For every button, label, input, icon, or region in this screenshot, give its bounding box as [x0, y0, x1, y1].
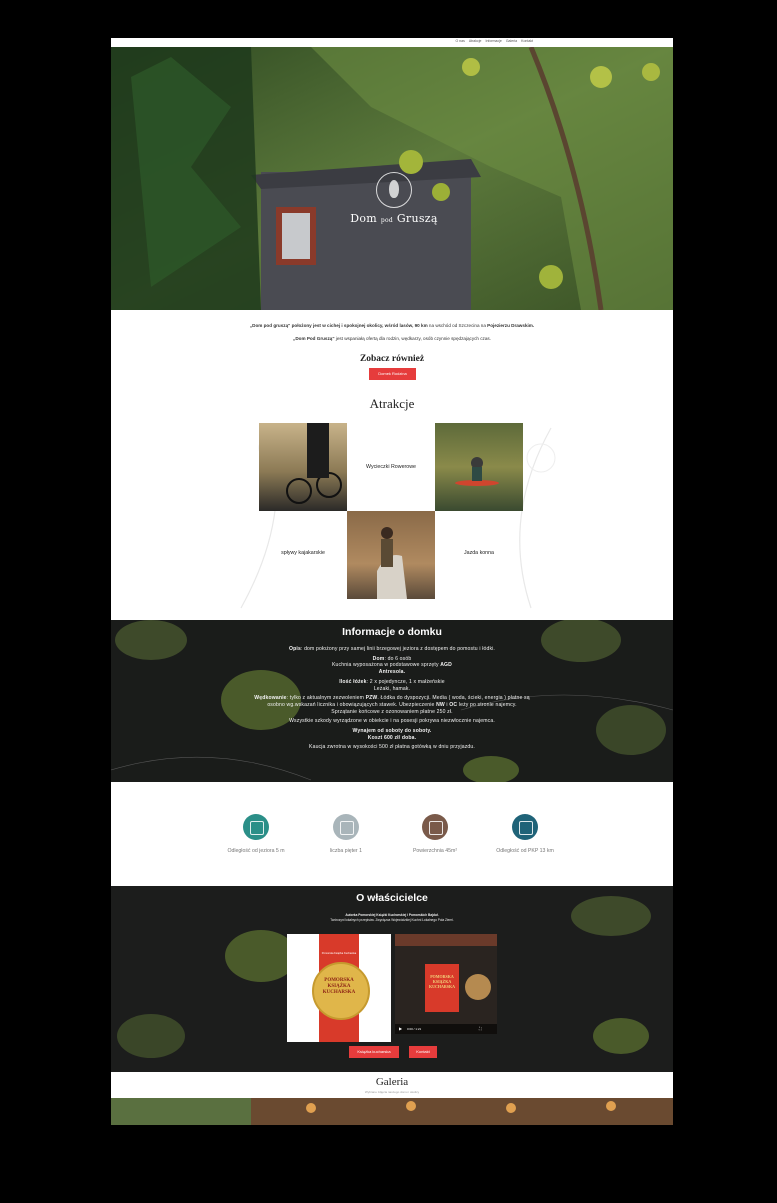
owner-title: O właścicielce: [356, 892, 428, 904]
rent-price: Koszt 600 zł/ doba.: [367, 734, 417, 741]
fishing-pzw: PZW: [365, 695, 378, 702]
fishing-text-g: leży po stronie najemcy.: [457, 701, 517, 708]
nav-link-atrakcje[interactable]: Atrakcje: [469, 39, 482, 43]
video-frame-top: [395, 934, 497, 946]
stat-label: Odległość od PKP 13 km: [496, 848, 554, 854]
cycling-photo[interactable]: [259, 423, 347, 511]
fullscreen-icon[interactable]: ⛶: [479, 1026, 482, 1031]
brand-word-1: Dom: [350, 212, 378, 225]
contact-button[interactable]: Kontakt: [409, 1046, 437, 1058]
gallery-strip[interactable]: [111, 1098, 673, 1125]
deposit-text: Kaucja zwrotna w wysokości 500 zł płatna…: [309, 744, 475, 751]
intro-line-1-a: „Dom pod gruszą" położony jest w cichej …: [249, 323, 415, 328]
top-nav: O nas Atrakcje Informacje Galeria Kontak…: [111, 38, 673, 47]
intro-line-1-c: na wschód od Szczecina na: [427, 323, 488, 328]
owner-subtitle-1: Autorka Pomorskiej Książki Kucharskiej i…: [345, 913, 439, 917]
cookbook-cover[interactable]: Pomorska Książka Kucharska POMORSKA KSIĄŻ…: [287, 934, 391, 1042]
play-icon[interactable]: ▶: [399, 1026, 402, 1031]
stat-train-distance: Odległość od PKP 13 km: [480, 814, 570, 854]
stat-label: Powierzchnia 45m²: [412, 848, 458, 854]
cover-title-line-1: POMORSKA: [324, 978, 354, 983]
stat-lake-distance: Odległość od jeziora 5 m: [211, 814, 301, 854]
kitchen-agd: AGD: [440, 662, 452, 669]
stairs-icon: [333, 814, 359, 840]
beds-text: : 2 x pojedyncze, 1 x małżeńskie: [366, 678, 445, 685]
intro-line-1: „Dom pod gruszą" położony jest w cichej …: [111, 323, 673, 328]
kayak-photo[interactable]: [435, 423, 523, 511]
brand-logo[interactable]: Dom pod Gruszą: [349, 172, 439, 225]
info-title: Informacje o domku: [342, 626, 442, 638]
attraction-label-horse: Jazda konna: [463, 550, 495, 556]
kitchen-text: Kuchnia wyposażona w podstawowe sprzęty: [332, 662, 441, 669]
opis-label: Opis: [289, 646, 301, 652]
stat-floors: liczba pięter 1: [301, 814, 391, 854]
attractions-heading: Atrakcje: [369, 396, 415, 411]
hero-image: Dom pod Gruszą: [111, 47, 673, 310]
video-book-title: POMORSKA KSIĄŻKA KUCHARSKA: [425, 974, 459, 989]
info-section: Informacje o domku Opis: dom położony pr…: [111, 620, 673, 782]
fishing-label: Wędkowanie: [254, 695, 287, 702]
fishing-text-a: : tylko z aktualnym zezwoleniem: [286, 695, 366, 702]
cover-title-line-3: KUCHARSKA: [322, 990, 356, 995]
pear-icon: [376, 172, 412, 208]
cover-title: POMORSKA KSIĄŻKA KUCHARSKA: [312, 978, 366, 996]
antresola-text: Antresola.: [378, 669, 406, 676]
gallery-subtitle: Wybrane zdjęcia naszego domu i okolicy: [364, 1090, 420, 1094]
attraction-label-cycling: Wycieczki Rowerowe: [366, 464, 416, 470]
gallery-photos: [111, 1098, 673, 1125]
stat-label: Odległość od jeziora 5 m: [227, 848, 285, 854]
domek-rodzina-button[interactable]: Domek Rodzina: [369, 368, 416, 380]
beds-label: Ilość łóżek: [339, 678, 367, 685]
nav-link-informacje[interactable]: Informacje: [485, 39, 501, 43]
page: O nas Atrakcje Informacje Galeria Kontak…: [111, 38, 673, 1125]
intro-brand: „Dom Pod Gruszą": [293, 336, 335, 341]
bicycle-icon: [286, 423, 342, 504]
cover-title-line-2: KSIĄŻKA: [327, 984, 351, 989]
stat-area: Powierzchnia 45m²: [390, 814, 480, 854]
intro-region: Pojezierzu Drawskim.: [487, 323, 535, 328]
intro-line-2-b: jest wspaniałą ofertą dla rodzin, wędkar…: [334, 336, 491, 341]
cookbook-button[interactable]: Książka kucharska: [349, 1046, 399, 1058]
fishing-nw: NW: [436, 701, 445, 708]
brand-word-2: pod: [380, 217, 394, 224]
intro-line-2: „Dom Pod Gruszą" jest wspaniałą ofertą d…: [111, 336, 673, 341]
floor-area-icon: [422, 814, 448, 840]
stat-label: liczba pięter 1: [329, 848, 362, 854]
video-bowl: [465, 974, 491, 1000]
rent-period: Wynajem od soboty do soboty.: [352, 728, 432, 735]
video-title-line-3: KUCHARSKA: [428, 984, 455, 989]
nav-link-o-nas[interactable]: O nas: [455, 39, 464, 43]
info-body: Opis: dom położony przy samej linii brze…: [251, 646, 533, 754]
opis-text: : dom położony przy samej linii brzegowe…: [300, 646, 495, 652]
waves-icon: [243, 814, 269, 840]
intro-distance: 90 km: [414, 323, 428, 328]
attraction-label-kayak: spływy kajakarskie: [281, 550, 325, 556]
owner-section: O właścicielce Autorka Pomorskiej Książk…: [111, 886, 673, 1072]
horse-riding-photo[interactable]: [347, 511, 435, 599]
cleaning-text: Sprzątanie końcowe z ozonowaniem płatne …: [331, 708, 453, 715]
nav-link-kontakt[interactable]: Kontakt: [521, 39, 533, 43]
video-time: 0:00 / 1:21: [407, 1027, 422, 1031]
dom-label: Dom: [372, 655, 385, 662]
cover-top-text: Pomorska Książka Kucharska: [321, 952, 357, 955]
owner-subtitle-2: Twórczyni lokalnych przepisów. Zwycięzca…: [330, 918, 454, 922]
see-also-heading: Zobacz również: [359, 354, 425, 364]
horse-icon: [377, 527, 407, 599]
damage-text: Wszystkie szkody wyrządzone w obiekcie i…: [289, 718, 495, 725]
nav-link-galeria[interactable]: Galeria: [506, 39, 517, 43]
brand-word-3: Gruszą: [396, 212, 438, 225]
video-player[interactable]: POMORSKA KSIĄŻKA KUCHARSKA ▶ 0:00 / 1:21 ⛶: [395, 934, 497, 1034]
dom-text: : do 6 osób: [384, 655, 412, 662]
beds-extra: Leżaki, hamak.: [373, 685, 411, 692]
gallery-title: Galeria: [375, 1076, 409, 1088]
train-icon: [512, 814, 538, 840]
kayak-icon: [455, 457, 499, 486]
